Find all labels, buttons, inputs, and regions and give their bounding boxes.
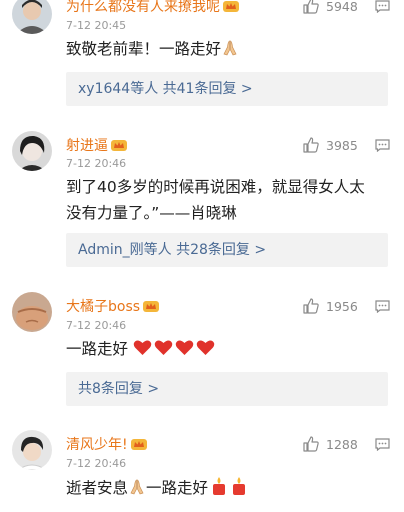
comment-text: 一路走好 xyxy=(66,336,388,362)
thumbs-up-icon xyxy=(303,298,319,314)
username[interactable]: 清风少年! xyxy=(66,434,147,454)
avatar[interactable] xyxy=(12,292,52,332)
candle-icon xyxy=(210,476,228,496)
heart-icon xyxy=(196,339,215,356)
avatar[interactable] xyxy=(12,430,52,470)
avatar[interactable] xyxy=(12,0,52,34)
reply-comment-icon[interactable] xyxy=(375,438,390,451)
like-button[interactable]: 1956 xyxy=(302,297,358,315)
thumbs-up-icon xyxy=(303,137,319,153)
like-button[interactable]: 3985 xyxy=(302,136,358,154)
heart-icon xyxy=(154,339,173,356)
username[interactable]: 为什么都没有人来撩我呢 xyxy=(66,0,239,16)
thumbs-up-icon xyxy=(303,436,319,452)
candle-icon xyxy=(230,476,248,496)
reply-comment-icon[interactable] xyxy=(375,0,390,13)
comment-time: 7-12 20:46 xyxy=(66,157,127,170)
vip-crown-icon xyxy=(111,138,127,152)
heart-icon xyxy=(175,339,194,356)
vip-crown-icon xyxy=(130,437,147,451)
reply-comment-icon[interactable] xyxy=(375,139,390,152)
like-button[interactable]: 1288 xyxy=(302,435,358,453)
praying-hands-icon xyxy=(221,39,239,57)
like-count: 5948 xyxy=(326,0,358,14)
heart-icon xyxy=(133,339,152,356)
username[interactable]: 射进逼 xyxy=(66,135,127,155)
avatar[interactable] xyxy=(12,131,52,171)
replies-link[interactable]: 共8条回复 > xyxy=(66,372,388,406)
comment-text: 到了40多岁的时候再说困难，就显得女人太 没有力量了。”——肖晓琳 xyxy=(66,178,365,222)
comment-time: 7-12 20:45 xyxy=(66,19,127,32)
comment-time: 7-12 20:46 xyxy=(66,319,127,332)
praying-hands-icon xyxy=(128,478,146,496)
comment-text: 逝者安息 一路走好 xyxy=(66,475,388,501)
like-count: 1956 xyxy=(326,298,358,314)
comment-text: 致敬老前辈！一路走好 xyxy=(66,36,388,62)
vip-crown-icon xyxy=(223,0,239,13)
reply-comment-icon[interactable] xyxy=(375,300,390,313)
username[interactable]: 大橘子boss xyxy=(66,296,160,316)
comment-time: 7-12 20:46 xyxy=(66,457,127,470)
like-button[interactable]: 5948 xyxy=(302,0,358,15)
like-count: 3985 xyxy=(326,137,358,153)
vip-crown-icon xyxy=(143,299,160,313)
replies-link[interactable]: Admin_刚等人 共28条回复 > xyxy=(66,233,388,267)
like-count: 1288 xyxy=(326,436,358,452)
replies-link[interactable]: xy1644等人 共41条回复 > xyxy=(66,72,388,106)
thumbs-up-icon xyxy=(303,0,319,14)
